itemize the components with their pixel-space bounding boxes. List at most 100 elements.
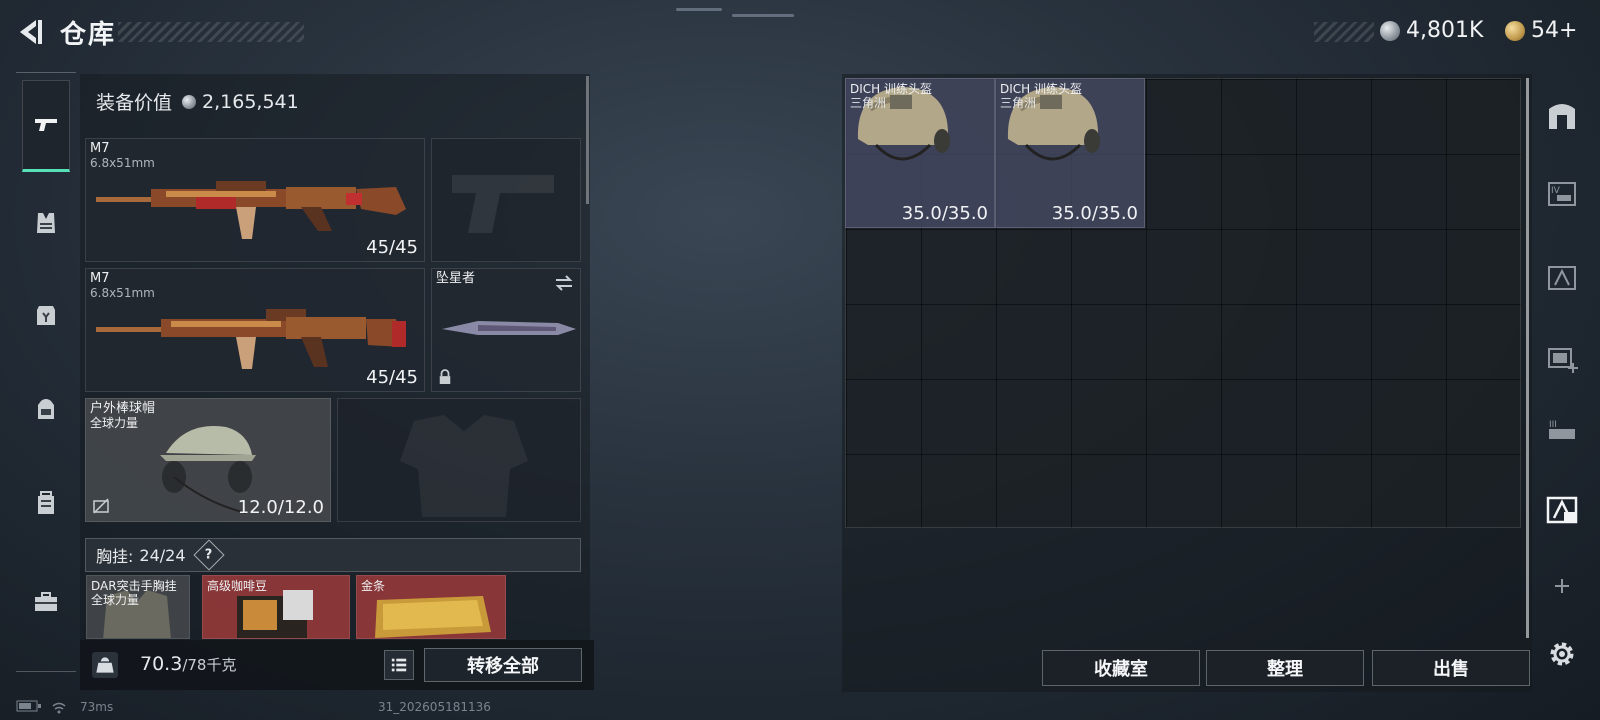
stash-tab-add[interactable]: [1542, 338, 1582, 378]
carry-weight-value: 70.3: [140, 653, 183, 675]
silver-currency: 4,801K: [1380, 18, 1483, 43]
case-icon: [38, 491, 54, 514]
no-repair-icon: [93, 498, 109, 514]
rail-divider: [1526, 78, 1529, 638]
collection-room-button[interactable]: 收藏室: [1042, 650, 1200, 686]
back-button[interactable]: [14, 16, 46, 48]
primary-weapon-slot-1[interactable]: M7 6.8x51mm 45/45: [85, 138, 425, 262]
weight-icon: [92, 652, 118, 678]
plus-icon: [1555, 579, 1569, 593]
equipment-scrollbar[interactable]: [586, 76, 589, 204]
item-name: DICH 训练头盔: [1000, 82, 1082, 96]
currency-decoration: [1314, 22, 1374, 42]
body-armor-slot[interactable]: [337, 398, 581, 522]
page-title: 仓库: [60, 20, 117, 50]
melee-name: 坠星者: [436, 271, 476, 286]
toolbox-icon: [35, 592, 57, 611]
ping-readout: 73ms: [80, 700, 114, 714]
tab-iii-icon: III: [1549, 420, 1575, 439]
stash-item-helmet-1[interactable]: DICH 训练头盔 三角洲 35.0/35.0: [845, 78, 995, 228]
tab-active-icon: [1546, 496, 1578, 524]
helmet-brand: 全球力量: [90, 416, 139, 430]
title-decoration: [118, 22, 304, 42]
rail-divider: [16, 671, 76, 672]
item-name: 金条: [361, 579, 386, 593]
category-toolbox[interactable]: [22, 556, 70, 646]
chest-item-gold[interactable]: 金条: [356, 575, 506, 639]
weapon-name: M7: [90, 271, 110, 286]
settings-button[interactable]: [1542, 634, 1582, 674]
stash-tab-iv[interactable]: IV: [1542, 174, 1582, 214]
sidearm-slot[interactable]: [431, 138, 581, 262]
equipment-value: 装备价值 2,165,541: [96, 88, 299, 115]
silver-coin-icon: [182, 94, 197, 109]
settings-icon: [1550, 642, 1574, 666]
stash-tab-main[interactable]: [1542, 96, 1582, 136]
durability: 35.0/35.0: [901, 203, 988, 224]
vest-icon: [37, 213, 55, 233]
category-case[interactable]: [22, 458, 70, 548]
item-name: DICH 训练头盔: [850, 82, 932, 96]
sort-button[interactable]: 整理: [1206, 650, 1364, 686]
equipment-value-label: 装备价值: [96, 92, 173, 114]
chest-rig-label: 胸挂:: [96, 547, 134, 566]
pistol-icon: [35, 119, 57, 131]
tab-iv-icon: IV: [1548, 182, 1576, 206]
tab-add-icon: [1548, 348, 1578, 373]
top-bar: 仓库 4,801K 54+: [0, 0, 1600, 64]
stash-tab-a[interactable]: [1542, 258, 1582, 298]
armor-icon: [37, 306, 55, 325]
list-icon: [391, 658, 407, 672]
weapon-name: M7: [90, 141, 110, 156]
helmet-slot[interactable]: 户外棒球帽 全球力量 12.0/12.0: [85, 398, 331, 522]
stash-tab-rail: IV III: [1526, 70, 1590, 690]
tab-a-icon: [1548, 266, 1576, 290]
durability: 12.0/12.0: [237, 497, 324, 518]
item-brand: 全球力量: [91, 593, 140, 607]
chest-rig-bar[interactable]: 胸挂: 24/24 ?: [85, 538, 581, 572]
build-version: 31_202605181136: [378, 700, 491, 714]
chest-item-vest[interactable]: DAR突击手胸挂 全球力量: [86, 575, 190, 639]
category-vest[interactable]: [22, 178, 70, 268]
equipment-footer: 70.3/78千克 转移全部: [80, 640, 594, 690]
rail-divider: [16, 72, 76, 73]
gold-currency[interactable]: 54+: [1505, 18, 1577, 43]
category-weapons[interactable]: [22, 80, 70, 172]
ammo-count: 45/45: [366, 237, 418, 258]
chest-item-coffee[interactable]: 高级咖啡豆: [202, 575, 350, 639]
sell-button[interactable]: 出售: [1372, 650, 1530, 686]
armor-placeholder-icon: [400, 415, 528, 517]
ammo-count: 45/45: [366, 367, 418, 388]
battery-icon: [16, 700, 42, 715]
stash-item-helmet-2[interactable]: DICH 训练头盔 三角洲 35.0/35.0: [995, 78, 1145, 228]
svg-text:IV: IV: [1551, 186, 1561, 196]
add-stash-tab-button[interactable]: [1542, 566, 1582, 606]
equipment-value-amount: 2,165,541: [202, 90, 299, 113]
item-name: DAR突击手胸挂: [91, 579, 177, 593]
item-brand: 三角洲: [850, 96, 887, 110]
item-brand: 三角洲: [1000, 96, 1037, 110]
transfer-all-button[interactable]: 转移全部: [424, 648, 582, 682]
help-button[interactable]: ?: [192, 539, 225, 571]
carry-weight-max: /78千克: [182, 656, 237, 674]
rifle-icon: [96, 181, 406, 239]
stash-icon: [1549, 104, 1575, 129]
knife-icon: [442, 321, 576, 335]
lock-icon: [439, 369, 451, 384]
category-backpack[interactable]: [22, 364, 70, 454]
silver-amount: 4,801K: [1406, 18, 1484, 43]
list-view-button[interactable]: [384, 650, 414, 680]
swap-icon[interactable]: [554, 273, 574, 293]
gold-amount: 54+: [1531, 18, 1578, 43]
carry-weight: 70.3/78千克: [140, 653, 236, 675]
durability: 35.0/35.0: [1051, 203, 1138, 224]
svg-text:III: III: [1549, 420, 1557, 430]
pistol-placeholder-icon: [452, 175, 554, 233]
category-armor[interactable]: [22, 270, 70, 360]
backpack-icon: [38, 399, 54, 419]
melee-slot[interactable]: 坠星者: [431, 268, 581, 392]
primary-weapon-slot-2[interactable]: M7 6.8x51mm 45/45: [85, 268, 425, 392]
help-icon: ?: [204, 547, 213, 563]
stash-tab-current[interactable]: [1540, 488, 1584, 532]
stash-tab-iii[interactable]: III: [1542, 410, 1582, 450]
